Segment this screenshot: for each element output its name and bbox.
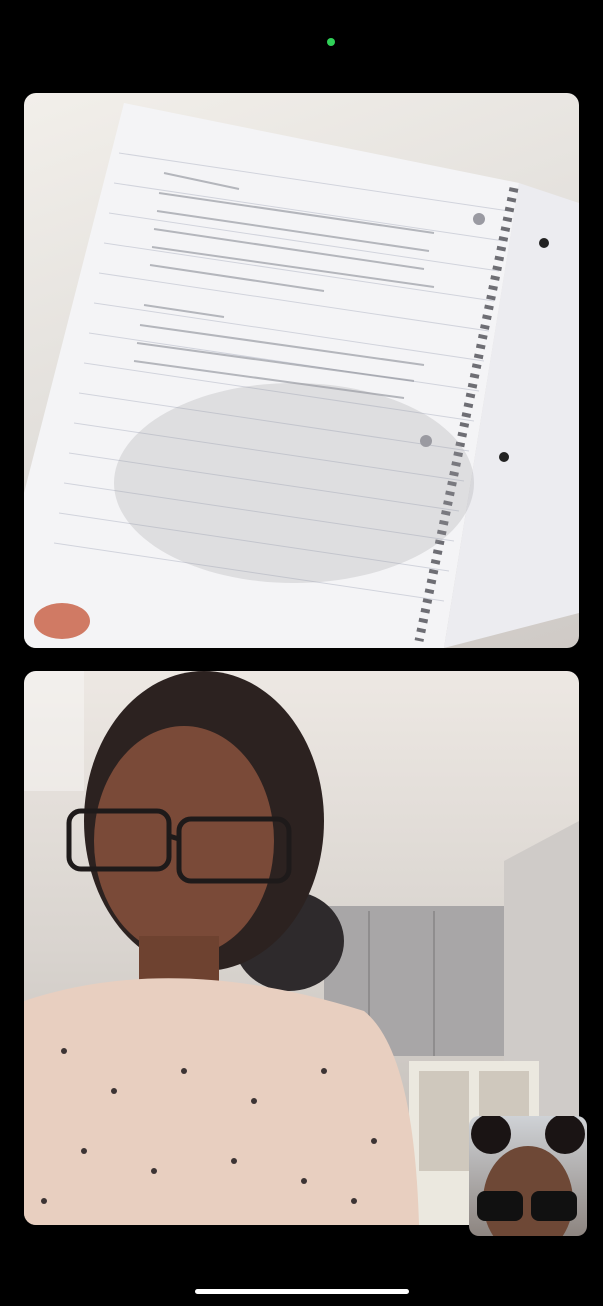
hand-shadow — [114, 383, 474, 583]
self-view-preview[interactable] — [469, 1116, 587, 1236]
ear-accessory — [545, 1116, 585, 1154]
self-view-frame — [471, 1116, 585, 1236]
ear-accessory — [471, 1116, 511, 1154]
sweater — [24, 978, 419, 1225]
camera-in-use-indicator-icon — [327, 38, 335, 46]
hole-punch — [539, 238, 549, 248]
hole-punch — [499, 452, 509, 462]
participant-video-tile-notebook[interactable] — [24, 93, 579, 648]
sunglasses-left — [477, 1191, 523, 1221]
face — [94, 726, 274, 956]
sunglasses-right — [531, 1191, 577, 1221]
notebook-video-frame — [24, 103, 579, 648]
facetime-call-screen — [0, 0, 603, 1306]
finger — [34, 603, 90, 639]
home-indicator-icon[interactable] — [195, 1289, 409, 1294]
hole-punch — [473, 213, 485, 225]
